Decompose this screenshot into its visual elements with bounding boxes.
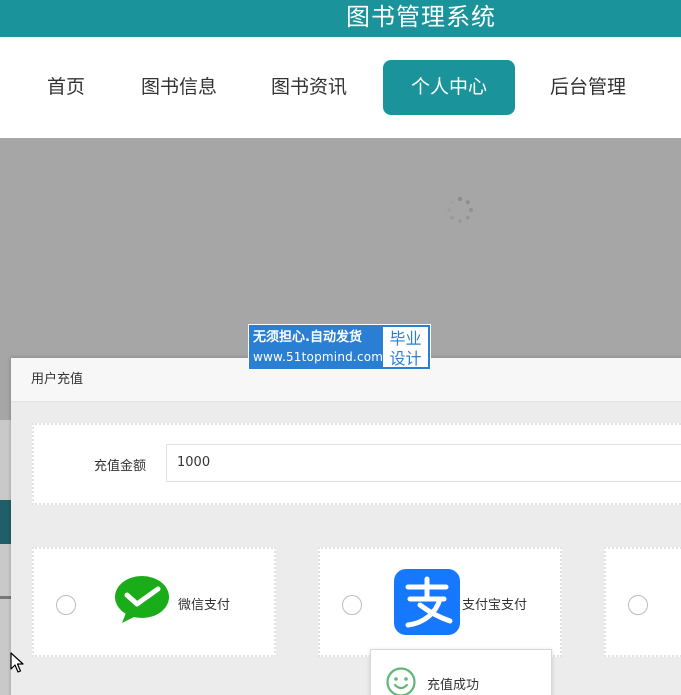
payment-option-3[interactable] [604,547,681,657]
nav-item-admin[interactable]: 后台管理 [538,60,638,115]
nav-item-book-info[interactable]: 图书信息 [128,60,230,115]
amount-section: 充值金额 1000 [32,423,681,505]
watermark-text: 无须担心.自动发货 [253,330,362,345]
alipay-radio[interactable] [342,595,362,615]
payment-option-alipay[interactable]: 支付宝支付 [318,547,562,657]
site-title: 图书管理系统 [346,3,496,31]
nav-item-book-news[interactable]: 图书资讯 [258,60,360,115]
watermark-badge-line1: 毕业 [389,329,422,348]
amount-label: 充值金额 [94,459,147,474]
top-banner: 图书管理系统 [0,0,681,37]
alipay-label: 支付宝支付 [462,598,528,613]
smile-icon [386,667,416,695]
watermark-url: www.51topmind.com [253,350,384,364]
alipay-icon [394,569,460,635]
toast-message: 充值成功 [427,678,480,693]
success-toast: 充值成功 [370,649,552,695]
wechat-radio[interactable] [56,595,76,615]
loading-spinner-icon [447,196,473,223]
recharge-dialog: 用户充值 充值金额 1000 微信支付 支付宝支付 [11,358,681,695]
amount-input[interactable]: 1000 [166,444,681,482]
wechat-pay-icon [115,576,169,623]
nav-item-home[interactable]: 首页 [30,60,102,115]
wechat-pay-label: 微信支付 [178,598,231,613]
main-nav: 首页 图书信息 图书资讯 个人中心 后台管理 [0,37,681,138]
mouse-cursor-icon [10,652,24,673]
nav-item-personal-center[interactable]: 个人中心 [383,60,515,115]
watermark-badge-line2: 设计 [389,349,422,368]
payment-option-wechat[interactable]: 微信支付 [32,547,276,657]
watermark-badge: 无须担心.自动发货 www.51topmind.com 毕业 设计 [248,324,431,370]
payment-option-3-radio[interactable] [628,595,648,615]
